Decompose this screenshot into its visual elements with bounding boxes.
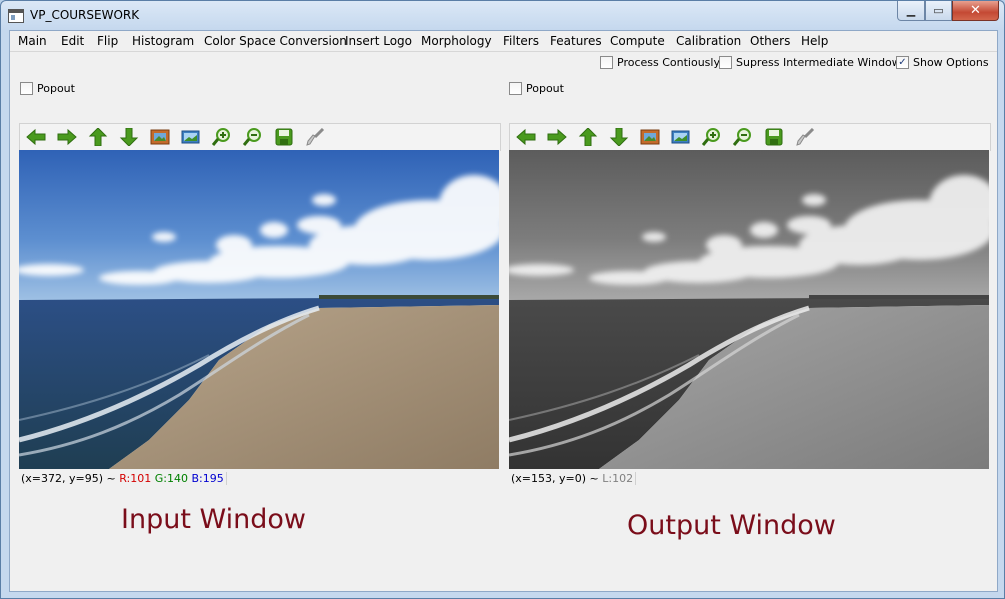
input-popout-option[interactable]: Popout	[20, 82, 75, 95]
output-pixel-status: (x=153, y=0) ~ L:102	[511, 472, 637, 485]
menu-color-space-conversion[interactable]: Color Space Conversion	[204, 34, 347, 48]
app-window: VP_COURSEWORK ▁ ▭ ✕ Main Edit Flip Histo…	[0, 0, 1005, 599]
client-area: Main Edit Flip Histogram Color Space Con…	[9, 30, 998, 592]
menu-main[interactable]: Main	[18, 34, 47, 48]
menu-compute[interactable]: Compute	[610, 34, 665, 48]
input-status-b: B:195	[191, 472, 224, 485]
in-save-icon[interactable]	[274, 128, 294, 146]
output-status-coords: (x=153, y=0) ~	[511, 472, 603, 485]
menu-calibration[interactable]: Calibration	[676, 34, 741, 48]
out-arrow-down-icon[interactable]	[609, 127, 629, 147]
output-popout-checkbox[interactable]	[509, 82, 522, 95]
menu-histogram[interactable]: Histogram	[132, 34, 194, 48]
out-arrow-left-icon[interactable]	[516, 128, 536, 146]
input-popout-checkbox[interactable]	[20, 82, 33, 95]
menu-insert-logo[interactable]: Insert Logo	[345, 34, 412, 48]
in-image-icon[interactable]	[150, 128, 170, 146]
process-continuously-option[interactable]: Process Contiously	[600, 56, 720, 69]
menu-features[interactable]: Features	[550, 34, 602, 48]
output-popout-label: Popout	[526, 82, 564, 95]
out-save-icon[interactable]	[764, 128, 784, 146]
input-image[interactable]	[19, 150, 499, 469]
app-icon	[8, 9, 24, 23]
input-toolbar	[19, 123, 501, 151]
suppress-intermediate-option[interactable]: Supress Intermediate Windows	[719, 56, 907, 69]
out-image-icon[interactable]	[640, 128, 660, 146]
in-arrow-right-icon[interactable]	[57, 128, 77, 146]
menu-help[interactable]: Help	[801, 34, 828, 48]
suppress-intermediate-label: Supress Intermediate Windows	[736, 56, 907, 69]
in-zoom-in-icon[interactable]	[211, 128, 232, 146]
suppress-intermediate-checkbox[interactable]	[719, 56, 732, 69]
out-arrow-right-icon[interactable]	[547, 128, 567, 146]
output-status-l: L:102	[602, 472, 634, 485]
maximize-button[interactable]: ▭	[925, 1, 952, 21]
in-fit-to-window-icon[interactable]	[181, 128, 201, 146]
title-bar: VP_COURSEWORK ▁ ▭ ✕	[1, 1, 1004, 30]
output-popout-option[interactable]: Popout	[509, 82, 564, 95]
menu-edit[interactable]: Edit	[61, 34, 84, 48]
in-clear-brush-icon[interactable]	[305, 127, 325, 146]
input-status-coords: (x=372, y=95) ~	[21, 472, 120, 485]
in-zoom-out-icon[interactable]	[242, 128, 263, 146]
window-controls: ▁ ▭ ✕	[897, 1, 999, 21]
menu-flip[interactable]: Flip	[97, 34, 118, 48]
menu-filters[interactable]: Filters	[503, 34, 539, 48]
window-title: VP_COURSEWORK	[30, 8, 140, 22]
input-status-g: G:140	[154, 472, 188, 485]
menu-others[interactable]: Others	[750, 34, 790, 48]
process-continuously-label: Process Contiously	[617, 56, 720, 69]
out-zoom-in-icon[interactable]	[701, 128, 722, 146]
output-image[interactable]	[509, 150, 989, 469]
input-pixel-status: (x=372, y=95) ~ R:101 G:140 B:195	[21, 472, 227, 485]
output-window-caption: Output Window	[627, 510, 836, 541]
input-status-r: R:101	[119, 472, 152, 485]
out-arrow-up-icon[interactable]	[578, 127, 598, 147]
out-zoom-out-icon[interactable]	[732, 128, 753, 146]
close-button[interactable]: ✕	[952, 1, 999, 21]
minimize-button[interactable]: ▁	[897, 1, 925, 21]
out-clear-brush-icon[interactable]	[795, 127, 815, 146]
menu-bar: Main Edit Flip Histogram Color Space Con…	[10, 31, 997, 52]
menu-morphology[interactable]: Morphology	[421, 34, 492, 48]
process-continuously-checkbox[interactable]	[600, 56, 613, 69]
output-toolbar	[509, 123, 991, 151]
input-window-caption: Input Window	[121, 504, 306, 535]
show-options-option[interactable]: ✓ Show Options	[896, 56, 989, 69]
output-beach-photo-grayscale	[509, 150, 989, 469]
in-arrow-up-icon[interactable]	[88, 127, 108, 147]
in-arrow-down-icon[interactable]	[119, 127, 139, 147]
show-options-checkbox[interactable]: ✓	[896, 56, 909, 69]
out-fit-to-window-icon[interactable]	[671, 128, 691, 146]
input-beach-photo	[19, 150, 499, 469]
in-arrow-left-icon[interactable]	[26, 128, 46, 146]
input-popout-label: Popout	[37, 82, 75, 95]
show-options-label: Show Options	[913, 56, 989, 69]
